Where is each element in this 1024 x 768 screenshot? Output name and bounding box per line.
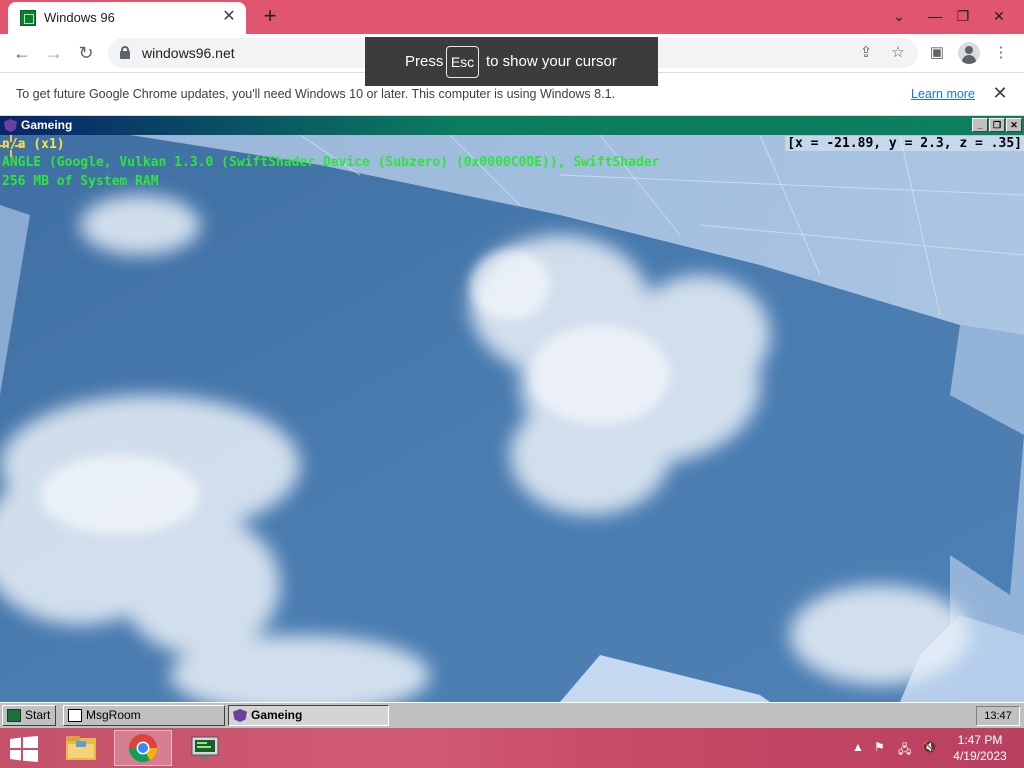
windows96-favicon-icon [20, 10, 36, 26]
gem-app-icon [4, 119, 17, 132]
minimize-button[interactable]: _ [972, 118, 988, 132]
volume-muted-icon[interactable]: 🔇 [922, 740, 937, 754]
game-window-title: Gameing [21, 118, 73, 132]
tab-search-chevron-icon[interactable]: ⌄ [882, 2, 916, 30]
host-clock[interactable]: 1:47 PM 4/19/2023 [944, 732, 1016, 764]
msgroom-label: MsgRoom [86, 708, 141, 722]
show-hidden-icons-icon[interactable]: ▲ [852, 740, 864, 754]
learn-more-link[interactable]: Learn more [911, 87, 975, 101]
host-date: 4/19/2023 [953, 749, 1007, 763]
share-icon[interactable]: ⇪ [856, 43, 876, 63]
hud-coordinates: [x = -21.89, y = 2.3, z = .35] [785, 136, 1024, 151]
forward-button[interactable]: → [40, 40, 68, 66]
chrome-taskbar-icon[interactable] [114, 730, 172, 766]
toast-pre-text: Press [405, 53, 444, 70]
win96-start-button[interactable]: Start [2, 705, 56, 726]
screen: { "browser": { "tab": { "title": "Window… [0, 0, 1024, 768]
sky-scene-graphic [0, 135, 1024, 702]
remote-desktop-taskbar-icon[interactable] [176, 730, 234, 766]
crosshair-icon [0, 135, 22, 157]
file-explorer-taskbar-icon[interactable] [52, 730, 110, 766]
infobar-message: To get future Google Chrome updates, you… [16, 87, 615, 101]
esc-key-label: Esc [446, 46, 479, 78]
taskbar-msgroom-button[interactable]: MsgRoom [63, 705, 225, 726]
close-tab-icon[interactable]: ✕ [220, 8, 238, 26]
restore-window-button[interactable]: ❐ [946, 2, 980, 30]
pointer-lock-toast: Press Esc to show your cursor [365, 37, 658, 86]
url-text: windows96.net [142, 45, 235, 61]
gameing-label: Gameing [251, 708, 303, 722]
hud-ram-line: 256 MB of System RAM [2, 174, 159, 189]
network-icon[interactable]: 🖧 [898, 740, 911, 761]
toast-post-text: to show your cursor [486, 53, 617, 70]
taskbar-gameing-button[interactable]: Gameing [228, 705, 389, 726]
game-3d-viewport[interactable]: n/a (x1) ANGLE (Google, Vulkan 1.3.0 (Sw… [0, 135, 1024, 702]
host-time: 1:47 PM [957, 733, 1003, 747]
win96-clock[interactable]: 13:47 [976, 706, 1020, 726]
close-button[interactable]: ✕ [1006, 118, 1022, 132]
close-window-button[interactable]: ✕ [982, 2, 1016, 30]
maximize-button[interactable]: ❐ [989, 118, 1005, 132]
lock-icon[interactable] [120, 46, 130, 59]
new-tab-button[interactable]: + [258, 5, 282, 29]
tab-windows96[interactable]: Windows 96 ✕ [8, 2, 246, 34]
profile-avatar[interactable] [958, 42, 980, 64]
menu-kebab-icon[interactable]: ⋮ [990, 42, 1012, 64]
action-center-flag-icon[interactable]: ⚑ [874, 740, 885, 754]
win96-logo-icon [7, 709, 21, 722]
infobar-close-icon[interactable]: ✕ [990, 83, 1010, 103]
win96-taskbar: Start MsgRoom Gameing 13:47 [0, 702, 1024, 728]
gem-app-icon [233, 709, 247, 722]
tab-title: Windows 96 [44, 10, 115, 25]
reload-button[interactable]: ↻ [72, 40, 100, 66]
start-label: Start [25, 708, 51, 722]
back-button[interactable]: ← [8, 40, 36, 66]
chat-bubble-icon [68, 709, 82, 722]
host-taskbar: ▲ ⚑ 🖧 🔇 1:47 PM 4/19/2023 [0, 728, 1024, 768]
windows-start-icon[interactable] [10, 736, 38, 762]
bookmark-star-icon[interactable]: ☆ [888, 43, 908, 63]
browser-tabstrip: Windows 96 ✕ + ⌄ — ❐ ✕ [0, 0, 1024, 34]
side-panel-icon[interactable]: ▣ [926, 42, 948, 64]
game-window-titlebar[interactable]: Gameing _ ❐ ✕ [0, 116, 1024, 135]
hud-renderer-line: ANGLE (Google, Vulkan 1.3.0 (SwiftShader… [2, 155, 660, 170]
